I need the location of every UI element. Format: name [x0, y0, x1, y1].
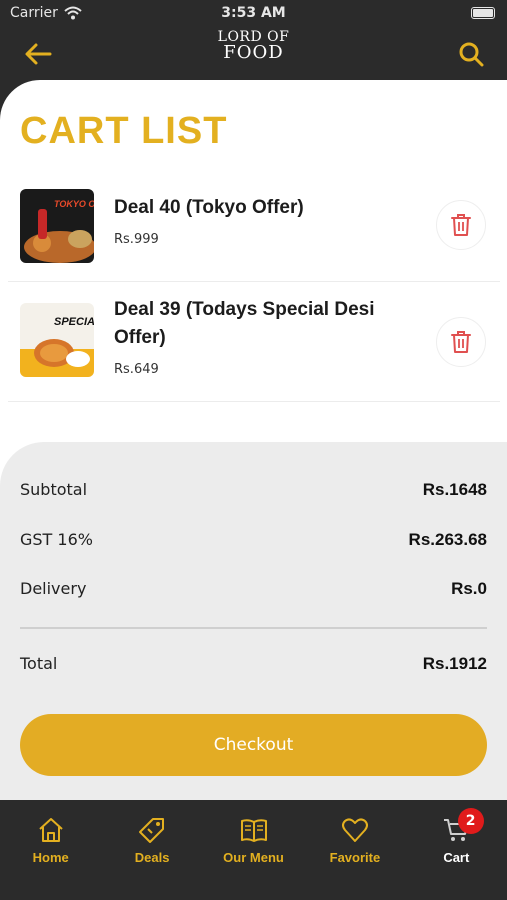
tab-our-menu-label: Our Menu — [223, 850, 284, 865]
item-name: Deal 39 (Todays Special Desi Offer) — [114, 299, 375, 348]
trash-icon — [451, 331, 471, 353]
checkout-button[interactable]: Checkout — [20, 714, 487, 776]
tag-icon — [139, 818, 165, 843]
delete-button[interactable] — [436, 317, 486, 367]
menu-book-icon — [240, 819, 267, 842]
gst-value: Rs.263.68 — [408, 530, 487, 549]
subtotal-value: Rs.1648 — [422, 480, 487, 499]
delivery-label: Delivery — [20, 579, 87, 598]
main-content: CART LIST TOKYO OFFER Deal 40 (Tokyo Off… — [0, 80, 507, 800]
tab-deals-label: Deals — [134, 850, 170, 865]
total-row: Total Rs.1912 — [20, 654, 487, 674]
page-title: CART LIST — [20, 110, 228, 152]
item-price: Rs.999 — [114, 232, 159, 247]
gst-row: GST 16% Rs.263.68 — [20, 530, 487, 550]
item-thumbnail[interactable]: TOKYO OFFER — [20, 189, 94, 263]
trash-icon — [451, 214, 471, 236]
logo-line2: FOOD — [223, 42, 284, 63]
tab-our-menu[interactable]: Our Menu — [203, 800, 304, 900]
delivery-row: Delivery Rs.0 — [20, 579, 487, 599]
item-thumbnail[interactable]: SPECIAL — [20, 303, 94, 377]
cart-count-badge: 2 — [457, 808, 484, 834]
thumb-label: SPECIAL — [54, 316, 94, 328]
heart-icon — [341, 818, 368, 842]
subtotal-row: Subtotal Rs.1648 — [20, 480, 487, 500]
tab-favorite[interactable]: Favorite — [304, 800, 405, 900]
thumb-label: TOKYO OFFER — [54, 199, 94, 209]
home-icon — [39, 818, 63, 842]
search-button[interactable] — [455, 38, 487, 70]
tab-home-label: Home — [32, 850, 69, 865]
tab-deals[interactable]: Deals — [101, 800, 202, 900]
total-value: Rs.1912 — [422, 654, 487, 673]
item-name: Deal 40 (Tokyo Offer) — [114, 197, 304, 218]
battery-icon — [471, 7, 495, 19]
item-price: Rs.649 — [114, 362, 159, 377]
cart-item: SPECIAL Deal 39 (Todays Special Desi Off… — [8, 282, 500, 402]
order-summary: Subtotal Rs.1648 GST 16% Rs.263.68 Deliv… — [0, 442, 507, 800]
delete-button[interactable] — [436, 200, 486, 250]
total-label: Total — [20, 654, 58, 673]
bottom-tab-bar: Home Deals Our Menu Favorite 2 Cart — [0, 800, 507, 900]
gst-label: GST 16% — [20, 530, 93, 549]
delivery-value: Rs.0 — [451, 579, 487, 598]
status-bar: Carrier 3:53 AM — [0, 0, 507, 28]
tab-cart[interactable]: 2 Cart — [406, 800, 507, 900]
tab-cart-label: Cart — [443, 850, 470, 865]
app-header: LORD OF FOOD — [0, 28, 507, 80]
brand-logo: LORD OF FOOD — [0, 30, 507, 63]
status-time: 3:53 AM — [221, 5, 286, 21]
tab-home[interactable]: Home — [0, 800, 101, 900]
subtotal-label: Subtotal — [20, 480, 88, 499]
tab-favorite-label: Favorite — [329, 850, 381, 865]
summary-divider — [20, 627, 487, 629]
cart-item: TOKYO OFFER Deal 40 (Tokyo Offer) Rs.999 — [8, 174, 500, 282]
search-icon — [459, 42, 484, 67]
